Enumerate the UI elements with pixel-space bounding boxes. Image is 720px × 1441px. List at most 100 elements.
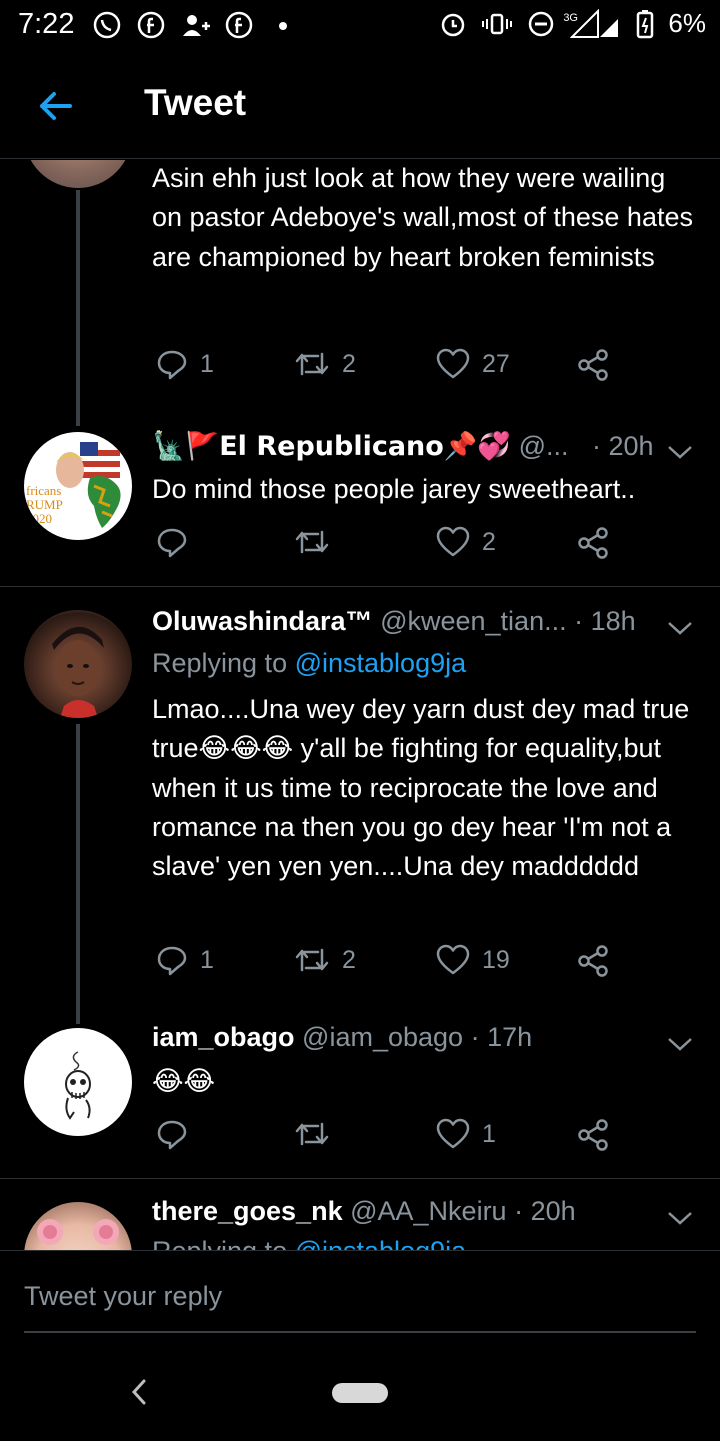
display-name[interactable]: there_goes_nk	[152, 1196, 343, 1226]
app-bar: Tweet	[0, 60, 720, 159]
reply-button[interactable]	[156, 1118, 200, 1150]
status-bar: 7:22 3G 6%	[0, 0, 720, 52]
share-icon	[578, 349, 608, 381]
replying-to: Replying to @instablog9ja	[152, 648, 466, 679]
battery-icon	[636, 9, 654, 39]
heart-icon	[436, 526, 470, 557]
tweet-header: Oluwashindara™ @kween_tian... · 18h	[152, 606, 636, 637]
tweet-text: Do mind those people jarey sweetheart..	[152, 474, 636, 504]
like-count: 27	[482, 349, 510, 378]
retweet-count: 2	[342, 945, 356, 974]
share-button[interactable]	[576, 526, 610, 560]
tweet-text: Lmao....Una wey dey yarn dust dey mad tr…	[152, 694, 690, 882]
heart-icon	[436, 348, 470, 379]
add-user-icon	[180, 10, 210, 40]
nav-back-icon[interactable]	[128, 1377, 150, 1412]
reply-button[interactable]	[156, 526, 200, 558]
retweet-count: 2	[342, 349, 356, 378]
tweet-text: Asin ehh just look at how they were wail…	[152, 163, 693, 272]
alarm-icon	[438, 9, 468, 39]
tweet-time: · 20h	[592, 431, 654, 461]
reply-button[interactable]: 1	[156, 944, 214, 976]
whatsapp-icon	[92, 10, 122, 40]
dot-icon	[268, 10, 298, 40]
retweet-icon	[295, 530, 329, 554]
retweet-button[interactable]	[294, 526, 342, 558]
status-time: 7:22	[18, 8, 75, 40]
retweet-button[interactable]	[294, 1118, 342, 1150]
tweet-time: · 18h	[574, 606, 636, 636]
tweet-actions: 2	[152, 526, 622, 566]
user-handle[interactable]: @AA_Nkeiru	[350, 1196, 506, 1226]
like-count: 19	[482, 945, 510, 974]
tweet-time: · 20h	[514, 1196, 576, 1226]
retweet-icon	[295, 948, 329, 972]
avatar[interactable]	[24, 610, 132, 718]
facebook-icon	[136, 10, 166, 40]
share-icon	[578, 945, 608, 977]
reply-button[interactable]: 1	[156, 348, 214, 380]
tweet-actions: 1	[152, 1118, 622, 1158]
tweet-header: there_goes_nk @AA_Nkeiru · 20h	[152, 1196, 576, 1227]
page-title: Tweet	[144, 82, 247, 123]
chevron-down-icon[interactable]	[666, 1208, 694, 1228]
tweet-time: · 17h	[470, 1022, 533, 1052]
thread-line	[76, 724, 80, 1024]
display-name[interactable]: 🗽🚩El Republicano📌💞	[152, 431, 511, 462]
user-handle[interactable]: @kween_tian...	[380, 606, 567, 636]
replying-to-label: Replying to	[152, 648, 295, 678]
reply-icon	[157, 1120, 187, 1150]
share-button[interactable]	[576, 348, 610, 382]
reply-count: 1	[200, 349, 214, 378]
like-button[interactable]: 1	[436, 1118, 496, 1150]
retweet-icon	[295, 352, 329, 376]
like-count: 1	[482, 1119, 496, 1148]
signal-icon	[570, 8, 622, 39]
share-button[interactable]	[576, 944, 610, 978]
like-button[interactable]: 2	[436, 526, 496, 558]
skull-icon	[65, 1051, 91, 1120]
tweet-header: iam_obago @iam_obago · 17h	[152, 1022, 532, 1053]
retweet-button[interactable]: 2	[294, 944, 356, 976]
share-button[interactable]	[576, 1118, 610, 1152]
user-handle[interactable]: @...	[519, 431, 569, 461]
like-count: 2	[482, 527, 496, 556]
back-arrow-icon[interactable]	[36, 86, 76, 126]
chevron-down-icon[interactable]	[666, 442, 694, 462]
heart-icon	[436, 1118, 470, 1149]
network-type: 3G	[563, 12, 578, 24]
vibrate-icon	[482, 9, 513, 39]
facebook-icon-2	[224, 10, 254, 40]
thread-line	[76, 190, 80, 426]
battery-percent: 6%	[668, 8, 706, 38]
tweet-actions: 1 2 19	[152, 944, 622, 984]
chevron-down-icon[interactable]	[666, 1034, 694, 1054]
nav-home-pill[interactable]	[332, 1383, 388, 1403]
reply-count: 1	[200, 945, 214, 974]
like-button[interactable]: 27	[436, 348, 510, 380]
do-not-disturb-icon	[526, 9, 556, 39]
divider	[0, 1178, 720, 1179]
tweet-text: 😂😂	[152, 1066, 216, 1097]
avatar-caption: fricans RUMP 2020	[26, 483, 63, 526]
retweet-icon	[295, 1122, 329, 1146]
reply-icon	[157, 528, 187, 558]
tweet-actions: 1 2 27	[152, 348, 622, 388]
reply-icon	[157, 350, 187, 380]
share-icon	[578, 527, 608, 559]
avatar[interactable]: fricans RUMP 2020	[24, 432, 132, 540]
display-name[interactable]: iam_obago	[152, 1022, 295, 1052]
reply-icon	[157, 946, 187, 976]
share-icon	[578, 1119, 608, 1151]
avatar[interactable]	[24, 1028, 132, 1136]
chevron-down-icon[interactable]	[666, 618, 694, 638]
user-handle[interactable]: @iam_obago	[302, 1022, 463, 1052]
retweet-button[interactable]: 2	[294, 348, 356, 380]
reply-input[interactable]: Tweet your reply	[24, 1281, 696, 1333]
like-button[interactable]: 19	[436, 944, 510, 976]
divider	[0, 586, 720, 587]
display-name[interactable]: Oluwashindara™	[152, 606, 373, 636]
tweet-header: 🗽🚩El Republicano📌💞 @... · 20h	[152, 430, 654, 462]
replying-to-link[interactable]: @instablog9ja	[295, 648, 467, 678]
heart-icon	[436, 944, 470, 975]
